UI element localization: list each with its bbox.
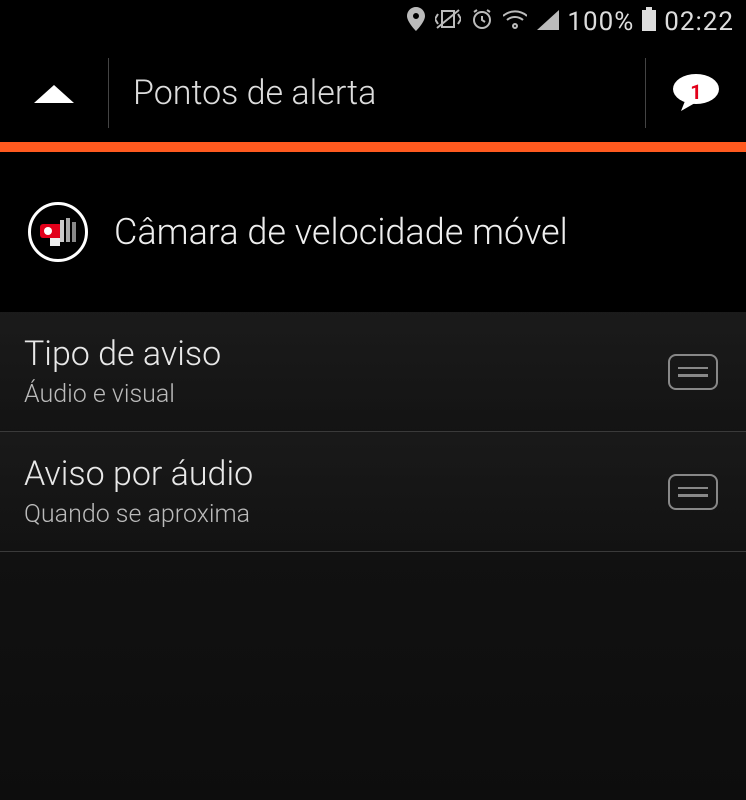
chevron-up-icon xyxy=(30,79,78,107)
setting-title: Tipo de aviso xyxy=(24,334,221,374)
clock: 02:22 xyxy=(664,7,734,37)
signal-icon xyxy=(537,7,559,37)
battery-icon xyxy=(642,7,656,38)
wifi-icon xyxy=(503,7,527,37)
battery-percent: 100% xyxy=(567,7,634,37)
setting-subtitle: Áudio e visual xyxy=(24,380,221,409)
chat-button[interactable]: 1 xyxy=(646,44,746,142)
chat-badge-count: 1 xyxy=(690,80,701,104)
status-icons xyxy=(407,7,559,38)
settings-list: Tipo de aviso Áudio e visual Aviso por á… xyxy=(0,312,746,552)
section-header: Câmara de velocidade móvel xyxy=(0,152,746,312)
back-button[interactable] xyxy=(0,44,108,142)
accent-strip xyxy=(0,142,746,152)
speed-camera-icon xyxy=(28,202,88,262)
setting-subtitle: Quando se aproxima xyxy=(24,500,253,529)
list-select-icon xyxy=(668,474,718,510)
app-bar: Pontos de alerta 1 xyxy=(0,44,746,142)
location-icon xyxy=(407,7,425,38)
setting-text: Aviso por áudio Quando se aproxima xyxy=(24,454,253,529)
vibrate-icon xyxy=(435,7,461,37)
alarm-icon xyxy=(471,7,493,37)
list-select-icon xyxy=(668,354,718,390)
setting-warning-type[interactable]: Tipo de aviso Áudio e visual xyxy=(0,312,746,432)
page-title: Pontos de alerta xyxy=(109,73,645,113)
status-bar: 100% 02:22 xyxy=(0,0,746,44)
setting-audio-warning[interactable]: Aviso por áudio Quando se aproxima xyxy=(0,432,746,552)
setting-text: Tipo de aviso Áudio e visual xyxy=(24,334,221,409)
setting-title: Aviso por áudio xyxy=(24,454,253,494)
section-title: Câmara de velocidade móvel xyxy=(114,211,568,253)
